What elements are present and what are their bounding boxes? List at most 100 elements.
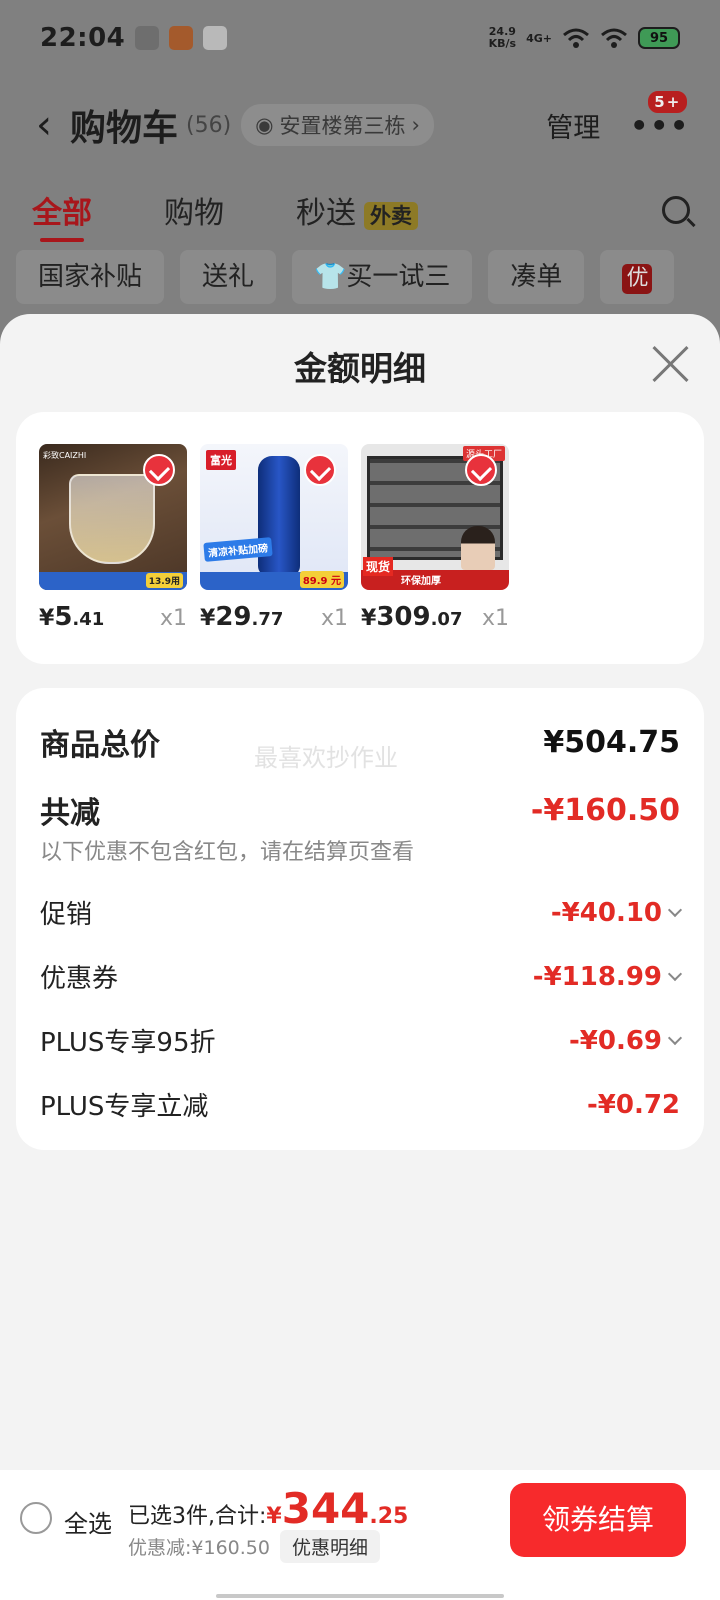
price-currency: ¥ bbox=[361, 606, 377, 631]
thermos-image bbox=[258, 456, 300, 576]
chip-buy-one-try-three-label: 买一试三 bbox=[346, 262, 451, 292]
price-currency: ¥ bbox=[200, 606, 216, 631]
wechat-icon bbox=[135, 26, 160, 50]
select-all-label[interactable]: 全选 bbox=[64, 1504, 112, 1539]
more-menu-button[interactable]: ••• 5+ bbox=[630, 88, 690, 142]
chip-coupon[interactable]: 优 bbox=[600, 250, 675, 304]
coupon-chip-label: 优 bbox=[622, 264, 653, 294]
coupon-value: -¥118.99 bbox=[532, 961, 662, 992]
checkmark-icon bbox=[304, 454, 336, 486]
cellular-signal-icon: 4G+ bbox=[526, 31, 552, 45]
cart-header: ‹ 购物车 (56) ◉ 安置楼第三栋 › 管理 ••• 5+ bbox=[36, 88, 690, 155]
product-price-row: ¥ 5 .41 x1 bbox=[39, 602, 187, 632]
price-decimal: .41 bbox=[72, 609, 105, 630]
in-stock-tag: 现货 bbox=[363, 557, 394, 576]
chevron-left-icon[interactable]: ‹ bbox=[36, 105, 52, 145]
promotion-value: -¥40.10 bbox=[550, 897, 662, 928]
selected-count-text: 已选3件,合计: bbox=[128, 1504, 267, 1529]
model-image bbox=[461, 526, 495, 570]
status-time: 22:04 bbox=[40, 23, 126, 53]
discount-summary: 优惠减:¥160.50 优惠明细 bbox=[128, 1530, 380, 1563]
price-decimal: .07 bbox=[430, 609, 463, 630]
tab-all[interactable]: 全部 bbox=[32, 188, 92, 242]
glass-cup-image bbox=[69, 474, 155, 564]
chip-buy-one-try-three[interactable]: 👕买一试三 bbox=[292, 250, 473, 304]
price-integer: 309 bbox=[376, 602, 431, 632]
promotion-label: 促销 bbox=[40, 900, 93, 930]
battery-icon: 95 bbox=[638, 27, 680, 49]
wifi-icon-2 bbox=[601, 28, 627, 48]
cart-tabs: 全部 购物 秒送 外卖 bbox=[32, 185, 690, 242]
filter-chips: 国家补贴 送礼 👕买一试三 凑单 优 bbox=[16, 250, 720, 304]
thumb-price-tag: 89.9 元 bbox=[299, 571, 344, 588]
thumb-price-tag: 13.9用 bbox=[145, 573, 183, 588]
chip-gift[interactable]: 送礼 bbox=[180, 250, 277, 304]
price-decimal: .77 bbox=[251, 609, 284, 630]
promotion-row[interactable]: 促销 -¥40.10 bbox=[40, 894, 683, 931]
discount-detail-button[interactable]: 优惠明细 bbox=[279, 1530, 380, 1563]
chevron-right-icon: › bbox=[411, 113, 420, 137]
status-bar: 22:04 24.9 KB/s 4G+ 95 bbox=[40, 18, 680, 58]
address-label: 安置楼第三栋 bbox=[279, 114, 406, 138]
product-item[interactable]: 富光 清凉补贴加磅 89.9 元 ¥ 29 .77 x1 bbox=[200, 444, 348, 632]
total-reduction-label: 共减 bbox=[40, 796, 100, 831]
plus-95-value: -¥0.69 bbox=[568, 1025, 662, 1056]
close-icon[interactable] bbox=[650, 344, 690, 384]
product-thumbnail: 彩致CAIZHI 13.9用 bbox=[39, 444, 187, 590]
tab-express[interactable]: 秒送 外卖 bbox=[296, 188, 418, 232]
product-quantity: x1 bbox=[320, 606, 348, 631]
tab-express-label: 秒送 bbox=[296, 196, 356, 231]
takeout-badge: 外卖 bbox=[364, 201, 418, 230]
chevron-down-icon bbox=[667, 902, 683, 917]
net-speed: 24.9 KB/s bbox=[489, 26, 516, 50]
product-quantity: x1 bbox=[159, 606, 187, 631]
chevron-down-icon bbox=[667, 1030, 683, 1045]
thumb-brand: 彩致CAIZHI bbox=[43, 451, 87, 460]
total-price-row: 商品总价 ¥504.75 bbox=[40, 720, 680, 764]
coupon-row[interactable]: 优惠券 -¥118.99 bbox=[40, 958, 683, 995]
plus-95-label: PLUS专享95折 bbox=[40, 1028, 216, 1058]
price-summary-card: 最喜欢抄作业 商品总价 ¥504.75 共减 -¥160.50 以下优惠不包含红… bbox=[16, 688, 704, 1150]
total-price-value: ¥504.75 bbox=[543, 724, 680, 760]
selected-total: 已选3件,合计: ¥ 344 .25 bbox=[128, 1484, 408, 1533]
checkmark-icon bbox=[143, 454, 175, 486]
select-all-radio[interactable] bbox=[20, 1502, 52, 1534]
hourglass-icon bbox=[203, 26, 228, 50]
search-icon[interactable] bbox=[662, 196, 690, 224]
address-selector[interactable]: ◉ 安置楼第三栋 › bbox=[241, 104, 434, 146]
product-item[interactable]: 彩致CAIZHI 13.9用 ¥ 5 .41 x1 bbox=[39, 444, 187, 632]
checkout-button[interactable]: 领券结算 bbox=[510, 1483, 686, 1557]
total-price-label: 商品总价 bbox=[40, 728, 160, 763]
checkmark-icon bbox=[465, 454, 497, 486]
plus-instant-label: PLUS专享立减 bbox=[40, 1092, 209, 1122]
chip-add-on[interactable]: 凑单 bbox=[488, 250, 585, 304]
notification-badge: 5+ bbox=[646, 88, 690, 115]
product-quantity: x1 bbox=[481, 606, 509, 631]
product-item[interactable]: 源头工厂 现货 环保加厚 ¥ 309 .07 x1 bbox=[361, 444, 509, 632]
product-price-row: ¥ 309 .07 x1 bbox=[361, 602, 509, 632]
tab-shopping[interactable]: 购物 bbox=[164, 188, 224, 232]
sheet-title: 金额明细 bbox=[294, 349, 426, 388]
thumb-brand: 富光 bbox=[206, 450, 236, 470]
status-right: 24.9 KB/s 4G+ 95 bbox=[489, 26, 680, 50]
amount-detail-sheet: 金额明细 彩致CAIZHI 13.9用 ¥ 5 .41 x1 富光 清凉补贴加磅 bbox=[0, 314, 720, 1600]
plus-instant-value: -¥0.72 bbox=[586, 1089, 680, 1120]
coupon-label: 优惠券 bbox=[40, 964, 119, 994]
price-integer: 29 bbox=[215, 602, 252, 632]
dimmed-background: 22:04 24.9 KB/s 4G+ 95 ‹ 购物车 (56) ◉ 安置楼第… bbox=[0, 0, 720, 330]
eye-icon: ◉ bbox=[255, 113, 274, 137]
total-amount-integer: 344 bbox=[281, 1484, 370, 1533]
net-speed-unit: KB/s bbox=[488, 37, 517, 50]
chip-national-subsidy[interactable]: 国家补贴 bbox=[16, 250, 165, 304]
app-notification-icon bbox=[169, 26, 194, 50]
total-currency: ¥ bbox=[266, 1504, 282, 1529]
plus-95-row[interactable]: PLUS专享95折 -¥0.69 bbox=[40, 1022, 683, 1059]
checkout-bar: 全选 已选3件,合计: ¥ 344 .25 优惠减:¥160.50 优惠明细 领… bbox=[0, 1470, 720, 1600]
manage-button[interactable]: 管理 bbox=[546, 106, 600, 145]
home-indicator bbox=[216, 1594, 504, 1598]
product-price-row: ¥ 29 .77 x1 bbox=[200, 602, 348, 632]
eco-tag: 环保加厚 bbox=[401, 576, 441, 587]
wifi-icon bbox=[563, 28, 589, 48]
discount-note: 以下优惠不包含红包，请在结算页查看 bbox=[40, 840, 415, 865]
cart-count: (56) bbox=[186, 112, 232, 138]
